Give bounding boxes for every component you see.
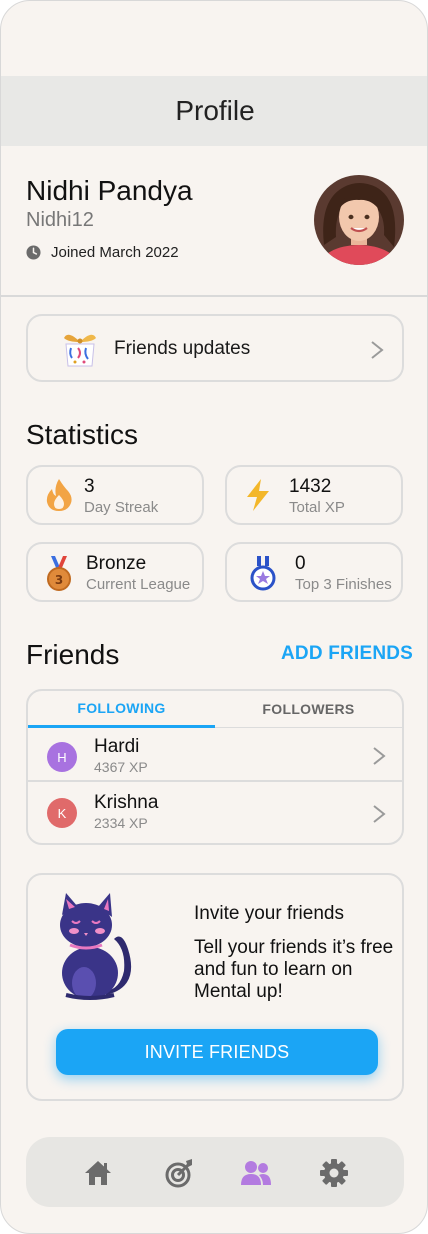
tab-following[interactable]: FOLLOWING [28,691,215,728]
friend-xp: 4367 XP [94,759,148,775]
friend-row-krishna[interactable]: K Krishna 2334 XP [28,784,402,842]
page-header: Profile [1,76,427,146]
friends-updates-card[interactable]: Friends updates [26,314,404,382]
friend-row-hardi[interactable]: H Hardi 4367 XP [28,728,402,786]
party-gift-icon [64,334,96,367]
add-friends-button[interactable]: ADD FRIENDS [281,643,413,665]
clock-icon [26,245,41,260]
nav-friends[interactable] [240,1157,272,1189]
nav-home[interactable] [82,1157,114,1189]
chevron-right-icon [373,747,386,765]
chevron-right-icon [373,805,386,823]
friend-name: Hardi [94,736,140,757]
avatar[interactable] [314,175,404,265]
svg-text:3: 3 [55,573,63,587]
lightning-icon [247,479,269,511]
home-icon [85,1161,111,1185]
bottom-navigation [26,1137,404,1207]
invite-title: Invite your friends [194,903,344,924]
stat-label: Total XP [289,499,345,516]
invite-card: Invite your friends Tell your friends it… [26,873,404,1101]
stat-label: Day Streak [84,499,159,516]
friends-list-card: FOLLOWING FOLLOWERS H Hardi 4367 XP K Kr… [26,689,404,845]
statistics-title: Statistics [26,419,139,450]
stat-value: 1432 [289,476,332,497]
joined-info: Joined March 2022 [26,244,179,261]
profile-username: Nidhi12 [26,209,94,231]
nav-goals[interactable] [164,1157,196,1189]
invite-description: Tell your friends it’s free and fun to l… [194,937,394,1002]
profile-name: Nidhi Pandya [26,175,193,206]
invite-friends-button[interactable]: INVITE FRIENDS [56,1029,378,1075]
stat-value: 3 [84,476,95,497]
stat-label: Current League [86,576,191,593]
tab-followers[interactable]: FOLLOWERS [215,691,402,728]
cat-illustration [60,893,132,1000]
star-medal-icon [250,556,276,591]
friend-name: Krishna [94,792,159,813]
chevron-right-icon [371,341,384,359]
stat-label: Top 3 Finishes [295,576,392,593]
friend-avatar: H [47,742,77,772]
stat-top-finishes: 0 Top 3 Finishes [225,542,403,602]
stat-day-streak: 3 Day Streak [26,465,204,525]
stat-value: 0 [295,553,306,574]
friends-updates-label: Friends updates [114,338,251,359]
friends-icon [241,1161,271,1185]
phone-screen: Profile Nidhi Pandya Nidhi12 Joined Marc… [0,0,428,1234]
stat-total-xp: 1432 Total XP [225,465,403,525]
header-divider [1,295,427,297]
friends-title: Friends [26,639,120,670]
page-title: Profile [175,95,255,126]
stat-current-league: 3 Bronze Current League [26,542,204,602]
stat-value: Bronze [86,553,147,574]
target-icon [165,1159,192,1188]
flame-icon [46,479,72,511]
friend-avatar: K [47,798,77,828]
joined-date: Joined March 2022 [51,244,179,261]
bronze-medal-icon: 3 [47,556,71,591]
gear-icon [320,1159,348,1187]
row-divider [28,780,402,782]
nav-settings[interactable] [318,1157,350,1189]
friend-xp: 2334 XP [94,815,148,831]
